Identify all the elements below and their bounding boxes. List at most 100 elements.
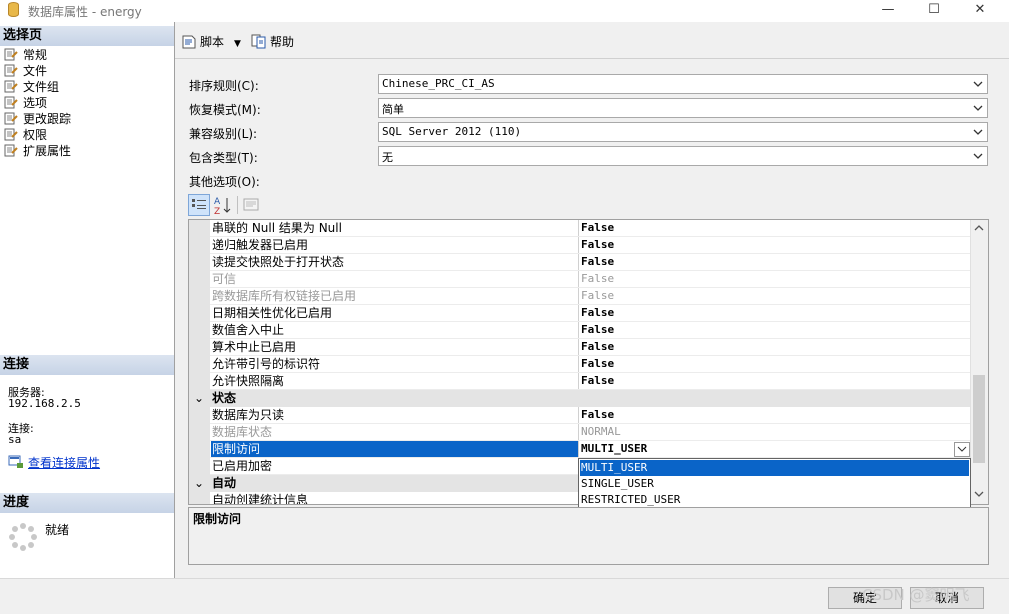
database-icon xyxy=(8,2,19,17)
property-row[interactable]: 允许快照隔离 False xyxy=(189,373,971,390)
scrollbar-thumb[interactable] xyxy=(973,375,985,463)
collation-value: Chinese_PRC_CI_AS xyxy=(382,77,495,90)
property-row[interactable]: 日期相关性优化已启用 False xyxy=(189,305,971,322)
dropdown-option-restricted-user[interactable]: RESTRICTED_USER xyxy=(580,492,969,508)
page-item-label: 选项 xyxy=(23,96,48,110)
help-button[interactable]: 帮助 xyxy=(251,33,294,51)
property-row[interactable]: 读提交快照处于打开状态 False xyxy=(189,254,971,271)
script-button[interactable]: 脚本 ▼ xyxy=(181,33,241,51)
close-button[interactable]: ✕ xyxy=(957,0,1003,22)
compatibility-level-value: SQL Server 2012 (110) xyxy=(382,125,522,138)
collapse-icon[interactable]: ⌄ xyxy=(194,476,204,490)
chevron-down-icon xyxy=(973,129,983,135)
progress-header: 进度 xyxy=(0,493,174,513)
view-connection-properties-label: 查看连接属性 xyxy=(28,456,101,470)
property-row[interactable]: 可信 False xyxy=(189,271,971,288)
page-item-general[interactable]: 常规 xyxy=(4,47,47,63)
property-name: 可信 xyxy=(211,271,579,287)
dropdown-option-multi-user[interactable]: MULTI_USER xyxy=(580,460,969,476)
page-item-options[interactable]: 选项 xyxy=(4,95,47,111)
connection-header: 连接 xyxy=(0,355,174,375)
property-name: 自动创建统计信息 xyxy=(211,492,579,504)
property-name: 已启用加密 xyxy=(211,458,579,474)
row-gutter xyxy=(189,407,210,424)
recovery-model-label: 恢复模式(M): xyxy=(189,103,261,117)
help-icon xyxy=(251,34,266,49)
property-row[interactable]: 递归触发器已启用 False xyxy=(189,237,971,254)
collapse-icon[interactable]: ⌄ xyxy=(194,391,204,405)
property-value[interactable]: False xyxy=(581,322,614,338)
chevron-down-icon xyxy=(973,105,983,111)
property-row[interactable]: 数据库状态 NORMAL xyxy=(189,424,971,441)
minimize-button[interactable]: — xyxy=(865,0,911,22)
page-item-change-tracking[interactable]: 更改跟踪 xyxy=(4,111,71,127)
property-value[interactable]: False xyxy=(581,237,614,253)
page-icon xyxy=(4,80,18,93)
property-name: 允许快照隔离 xyxy=(211,373,579,389)
page-item-label: 权限 xyxy=(23,128,48,142)
property-name: 允许带引号的标识符 xyxy=(211,356,579,372)
progress-spinner-icon xyxy=(9,523,37,551)
property-row[interactable]: 允许带引号的标识符 False xyxy=(189,356,971,373)
property-value[interactable]: False xyxy=(581,356,614,372)
property-pages-icon xyxy=(243,198,259,211)
compatibility-level-select[interactable]: SQL Server 2012 (110) xyxy=(378,122,988,142)
collation-label: 排序规则(C): xyxy=(189,79,259,93)
recovery-model-select[interactable]: 简单 xyxy=(378,98,988,118)
property-value: NORMAL xyxy=(581,425,621,438)
page-icon xyxy=(4,128,18,141)
alphabetical-button[interactable]: AZ xyxy=(212,194,234,217)
vertical-scrollbar[interactable] xyxy=(970,220,988,504)
row-gutter xyxy=(189,492,210,504)
dropdown-option-single-user[interactable]: SINGLE_USER xyxy=(580,476,969,492)
page-icon xyxy=(4,64,18,77)
category-status[interactable]: ⌄ 状态 xyxy=(189,390,971,407)
collation-select[interactable]: Chinese_PRC_CI_AS xyxy=(378,74,988,94)
property-name: 数据库为只读 xyxy=(211,407,579,423)
row-gutter xyxy=(189,356,210,373)
select-page-header: 选择页 xyxy=(0,26,174,46)
property-row[interactable]: 串联的 Null 结果为 Null False xyxy=(189,220,971,237)
property-row-selected[interactable]: 限制访问 MULTI_USER xyxy=(189,441,971,458)
page-item-permissions[interactable]: 权限 xyxy=(4,127,47,143)
row-gutter xyxy=(189,305,210,322)
toolbar: 脚本 ▼ 帮助 xyxy=(175,26,1009,56)
property-value[interactable]: False xyxy=(581,407,614,423)
property-row[interactable]: 跨数据库所有权链接已启用 False xyxy=(189,288,971,305)
row-gutter xyxy=(189,339,210,356)
property-row[interactable]: 数据库为只读 False xyxy=(189,407,971,424)
page-item-extended-properties[interactable]: 扩展属性 xyxy=(4,143,71,159)
property-pages-button[interactable] xyxy=(241,194,263,216)
property-value[interactable]: False xyxy=(581,254,614,270)
chevron-down-icon[interactable]: ▼ xyxy=(234,39,241,49)
property-row[interactable]: 算术中止已启用 False xyxy=(189,339,971,356)
help-label: 帮助 xyxy=(270,35,295,49)
categorized-button[interactable] xyxy=(188,194,210,216)
property-name: 读提交快照处于打开状态 xyxy=(211,254,579,270)
other-options-label: 其他选项(O): xyxy=(189,175,260,189)
property-value[interactable]: False xyxy=(581,305,614,321)
page-item-label: 更改跟踪 xyxy=(23,112,72,126)
restrict-access-select[interactable]: MULTI_USER xyxy=(581,441,949,457)
dropdown-toggle-button[interactable] xyxy=(954,442,970,457)
scroll-down-icon[interactable] xyxy=(973,489,985,499)
property-name: 数值舍入中止 xyxy=(211,322,579,338)
containment-type-value: 无 xyxy=(382,151,393,164)
toolbar-divider xyxy=(175,58,1009,59)
view-connection-properties-link[interactable]: 查看连接属性 xyxy=(8,455,100,471)
page-item-files[interactable]: 文件 xyxy=(4,63,47,79)
description-title: 限制访问 xyxy=(193,512,242,526)
maximize-button[interactable]: ☐ xyxy=(911,0,957,22)
property-value[interactable]: False xyxy=(581,373,614,389)
property-row[interactable]: 数值舍入中止 False xyxy=(189,322,971,339)
left-pane: 选择页 常规 文件 文件组 选项 更改跟踪 权限 扩展属性 连接 服务器: 19… xyxy=(0,22,175,578)
page-icon xyxy=(4,96,18,109)
watermark: CSDN @窦明飞 xyxy=(862,586,970,604)
containment-type-select[interactable]: 无 xyxy=(378,146,988,166)
property-value[interactable]: False xyxy=(581,339,614,355)
page-item-label: 文件组 xyxy=(23,80,60,94)
scroll-up-icon[interactable] xyxy=(973,223,985,233)
svg-text:A: A xyxy=(214,197,221,207)
page-item-filegroups[interactable]: 文件组 xyxy=(4,79,59,95)
property-value[interactable]: False xyxy=(581,220,614,236)
